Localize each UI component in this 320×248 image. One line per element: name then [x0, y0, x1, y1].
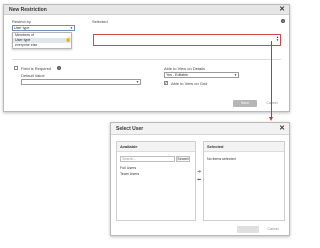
divider [12, 59, 281, 60]
chevron-icon: ▲ ▼ [276, 35, 279, 42]
search-input[interactable]: Search... [120, 156, 175, 162]
restrict-by-value: User type [14, 26, 30, 30]
close-icon[interactable]: ✕ [279, 5, 285, 15]
info-icon: i [57, 66, 61, 70]
selected-header: Selected [204, 142, 284, 152]
cancel-button[interactable]: Cancel [261, 100, 283, 107]
empty-message: No items selected [207, 157, 236, 161]
arrow-down-icon [269, 117, 273, 121]
default-value-label: Default Value [21, 73, 45, 78]
selected-pane: Selected No items selected [203, 141, 285, 221]
selected-label: Selected [92, 19, 108, 24]
list-item[interactable]: Full Users [120, 166, 136, 170]
dialog-title: Select User [116, 126, 144, 132]
restrict-by-dropdown: Members of User type ☝ everyone else [12, 32, 72, 49]
ok-button[interactable] [237, 226, 259, 233]
able-to-view-value: Yes - Editable [166, 73, 189, 77]
dropdown-option[interactable]: everyone else [13, 43, 71, 48]
connector-line [271, 41, 272, 119]
cancel-button[interactable]: Cancel [262, 226, 284, 233]
able-to-view-grid-checkbox[interactable] [164, 80, 168, 85]
new-restriction-dialog: New Restriction ✕ Restrict by User type … [3, 4, 290, 112]
dialog-header: New Restriction ✕ [4, 5, 289, 15]
default-value-select[interactable]: ▼ [21, 79, 141, 85]
remove-arrow-icon[interactable]: ⬅ [197, 178, 201, 183]
list-item[interactable]: Team Users [120, 172, 139, 176]
dialog-header: Select User ✕ [111, 123, 289, 135]
info-icon: i [281, 19, 285, 23]
dropdown-option-label: User type [15, 38, 31, 42]
chevron-down-icon: ▼ [234, 73, 237, 77]
able-to-view-label: Able to View on Details [164, 66, 206, 71]
save-button[interactable]: Save [233, 100, 257, 107]
chevron-down-icon: ▼ [136, 80, 139, 84]
dialog-title: New Restriction [9, 7, 47, 13]
selected-field[interactable]: ▲ ▼ [93, 34, 281, 46]
field-required-label: Field is Required [21, 66, 52, 71]
chevron-down-icon: ▼ [70, 26, 73, 30]
search-button[interactable]: Search [176, 156, 190, 162]
close-icon[interactable]: ✕ [279, 123, 285, 135]
able-to-view-grid-label: Able to View on Grid [171, 81, 208, 86]
available-header: Available [117, 142, 195, 152]
able-to-view-select[interactable]: Yes - Editable ▼ [164, 72, 239, 78]
restrict-by-select[interactable]: User type ▼ [12, 25, 75, 31]
restrict-by-label: Restrict by [12, 19, 31, 24]
field-required-checkbox[interactable] [14, 66, 18, 70]
add-arrow-icon[interactable]: ➔ [197, 170, 201, 175]
available-pane: Available Search... Search Full Users Te… [116, 141, 196, 221]
select-user-dialog: Select User ✕ Available Search... Search… [110, 122, 290, 236]
